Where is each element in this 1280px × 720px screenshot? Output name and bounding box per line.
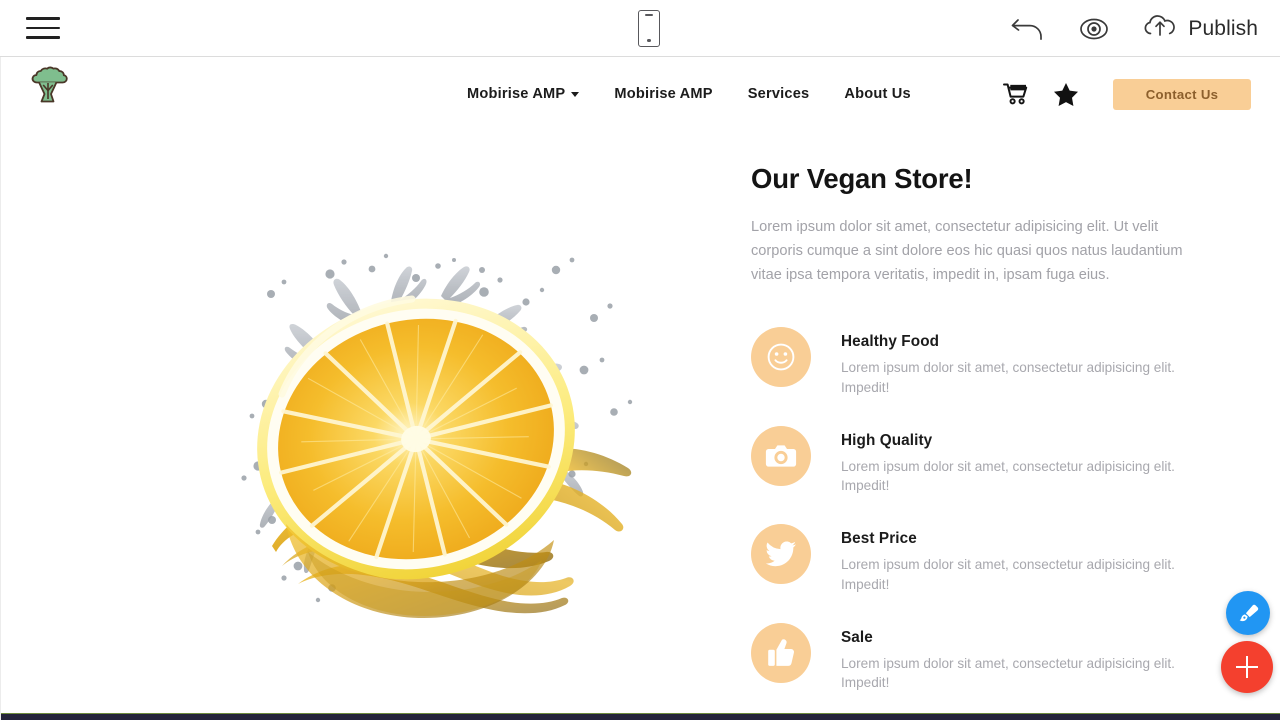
twitter-bird-icon (751, 524, 811, 585)
list-item: Sale Lorem ipsum dolor sit amet, consect… (751, 623, 1280, 693)
lemon-slice-water-splash (86, 174, 721, 629)
hero-description: Lorem ipsum dolor sit amet, consectetur … (751, 219, 1183, 283)
feature-description: Lorem ipsum dolor sit amet, consectetur … (841, 360, 1175, 395)
device-speaker (645, 14, 653, 17)
smiley-face-icon (751, 327, 811, 388)
publish-label: Publish (1188, 16, 1258, 40)
nav-item-about-us[interactable]: About Us (844, 86, 910, 102)
feature-description: Lorem ipsum dolor sit amet, consectetur … (841, 656, 1175, 691)
mobile-device-icon[interactable] (638, 10, 660, 47)
hamburger-bar (26, 26, 60, 30)
hero-text-column: Our Vegan Store! Lorem ipsum dolor sit a… (721, 157, 1280, 720)
undo-arrow-icon[interactable] (1009, 14, 1047, 44)
page-title: Our Vegan Store! (751, 163, 973, 194)
list-item: High Quality Lorem ipsum dolor sit amet,… (751, 425, 1280, 496)
publish-button[interactable]: Publish (1141, 11, 1258, 46)
nav-item-label: Mobirise AMP (614, 86, 713, 102)
editor-toolbar: Publish (0, 0, 1280, 57)
chevron-down-icon (571, 91, 580, 97)
site-nav-actions: Contact Us (991, 57, 1251, 131)
contact-us-button[interactable]: Contact Us (1113, 78, 1251, 110)
page-canvas: Mobirise AMP Mobirise AMP Services About… (0, 57, 1280, 720)
list-item: Healthy Food Lorem ipsum dolor sit amet,… (751, 327, 1280, 397)
camera-icon (751, 425, 811, 486)
next-section-strip (1, 714, 1280, 720)
nav-item-mobirise-amp-dropdown[interactable]: Mobirise AMP (467, 86, 580, 102)
feature-description: Lorem ipsum dolor sit amet, consectetur … (841, 458, 1175, 494)
nav-item-label: Mobirise AMP (467, 86, 566, 102)
feature-title: Sale (841, 629, 873, 647)
list-item: Best Price Lorem ipsum dolor sit amet, c… (751, 524, 1280, 594)
feature-body: Best Price Lorem ipsum dolor sit amet, c… (841, 524, 1181, 594)
broccoli-logo-icon[interactable] (27, 65, 69, 107)
hero-section: Our Vegan Store! Lorem ipsum dolor sit a… (1, 131, 1280, 720)
hero-image-column (1, 157, 721, 720)
hamburger-bar (26, 17, 60, 20)
eye-preview-icon[interactable] (1073, 14, 1115, 44)
feature-body: High Quality Lorem ipsum dolor sit amet,… (841, 426, 1181, 496)
nav-item-label: About Us (844, 86, 911, 102)
site-nav-links: Mobirise AMP Mobirise AMP Services About… (467, 57, 911, 131)
hamburger-bar (26, 36, 60, 39)
feature-body: Sale Lorem ipsum dolor sit amet, consect… (841, 623, 1181, 693)
hamburger-menu-icon[interactable] (26, 13, 60, 43)
plus-icon[interactable] (1221, 641, 1273, 693)
nav-item-services[interactable]: Services (748, 86, 810, 102)
feature-title: Best Price (841, 530, 917, 548)
feature-description: Lorem ipsum dolor sit amet, consectetur … (841, 557, 1175, 592)
feature-body: Healthy Food Lorem ipsum dolor sit amet,… (841, 327, 1181, 397)
paintbrush-icon[interactable] (1226, 591, 1270, 635)
editor-toolbar-actions: Publish (1009, 0, 1258, 57)
feature-title: Healthy Food (841, 333, 940, 351)
star-icon[interactable] (1041, 82, 1091, 107)
plus-vertical (1246, 656, 1248, 678)
device-home-button (647, 38, 651, 42)
nav-item-label: Services (747, 86, 810, 102)
shopping-cart-icon[interactable] (991, 82, 1041, 106)
nav-item-mobirise-amp[interactable]: Mobirise AMP (614, 86, 712, 102)
thumbs-up-icon (751, 623, 811, 684)
cloud-upload-icon (1141, 11, 1179, 46)
feature-title: High Quality (841, 431, 933, 449)
site-navbar: Mobirise AMP Mobirise AMP Services About… (1, 57, 1280, 131)
feature-list: Healthy Food Lorem ipsum dolor sit amet,… (751, 327, 1280, 692)
